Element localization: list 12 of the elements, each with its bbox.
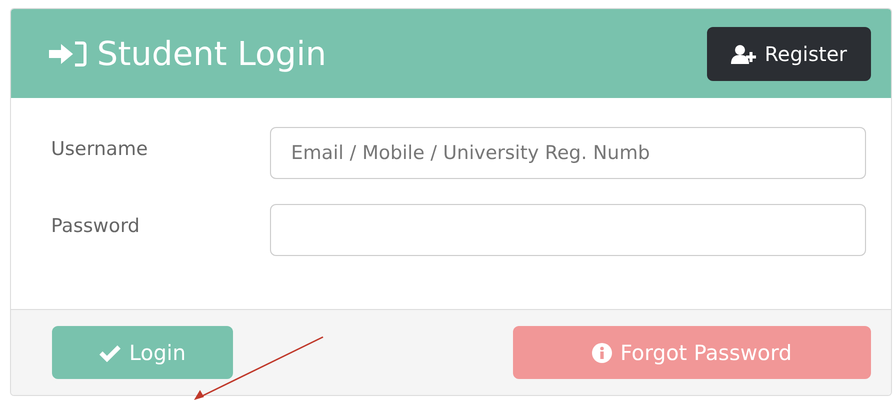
login-button[interactable]: Login	[52, 326, 233, 379]
add-user-icon	[730, 44, 757, 64]
check-icon	[99, 344, 122, 362]
input-field[interactable]	[270, 204, 866, 256]
field-label: Username	[51, 138, 149, 160]
register-button[interactable]: Register	[706, 26, 871, 80]
panel-title: Student Login	[97, 34, 326, 73]
input-field[interactable]: Email / Mobile / University Reg. Numb	[270, 127, 866, 179]
forgot-password-button[interactable]: Forgot Password	[513, 326, 871, 379]
field-label: Password	[51, 215, 141, 237]
info-icon	[592, 342, 612, 362]
sign-in-icon	[49, 40, 87, 66]
